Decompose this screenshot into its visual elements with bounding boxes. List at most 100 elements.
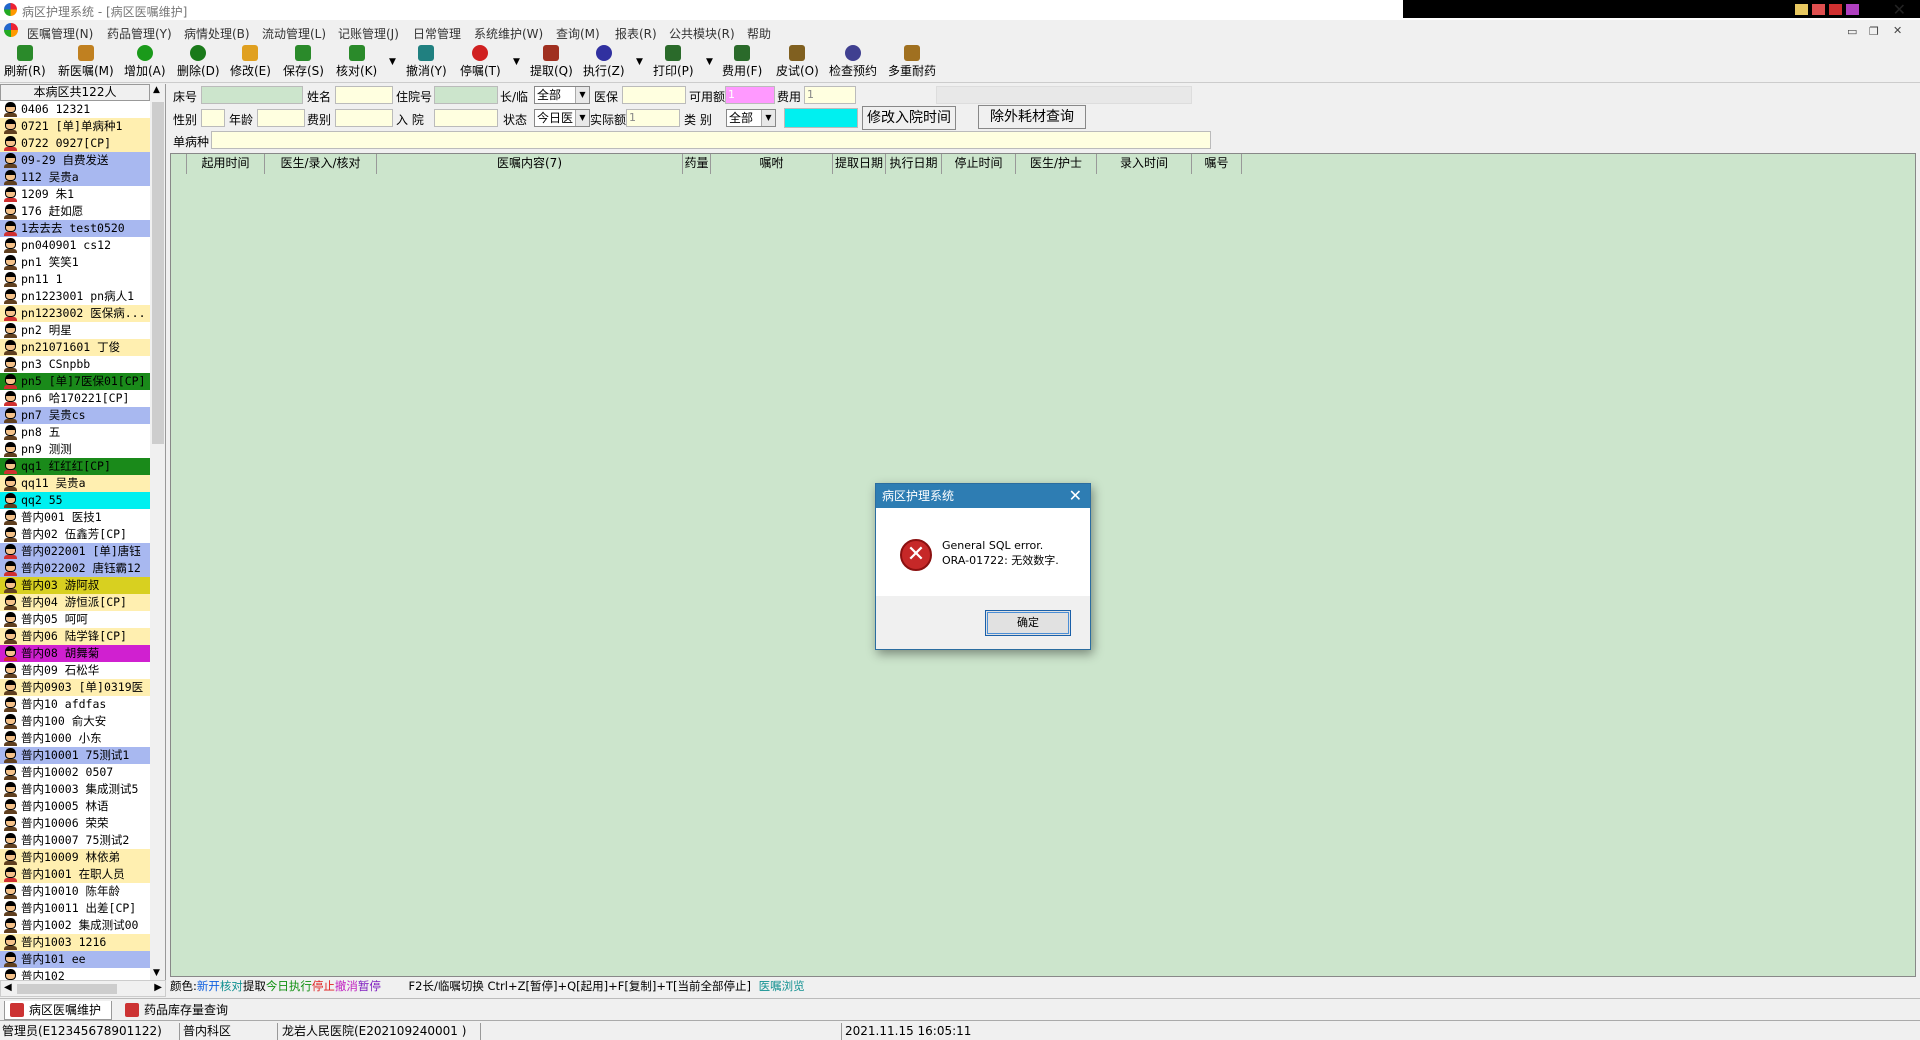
patient-row[interactable]: 0406 12321 xyxy=(0,101,150,118)
extract-button[interactable]: 提取(Q) xyxy=(530,45,573,79)
mdi-minimize-icon[interactable]: ▭ xyxy=(1847,25,1857,38)
patient-row[interactable]: qq11 吴贵a xyxy=(0,475,150,492)
patient-row[interactable]: 普内1000 小东 xyxy=(0,730,150,747)
patient-row[interactable]: pn040901 cs12 xyxy=(0,237,150,254)
patient-row[interactable]: 0721 [单]单病种1 xyxy=(0,118,150,135)
actual-field[interactable]: 1 xyxy=(626,109,680,127)
status-select[interactable]: 今日医 ▼ xyxy=(534,109,590,127)
patient-row[interactable]: 普内1003 1216 xyxy=(0,934,150,951)
stop-order-button[interactable]: 停嘱(T) xyxy=(460,45,501,79)
patient-row[interactable]: pn6 哈170221[CP] xyxy=(0,390,150,407)
add-button[interactable]: 增加(A) xyxy=(124,45,166,79)
patient-row[interactable]: 普内10 afdfas xyxy=(0,696,150,713)
patient-row[interactable]: 普内10002 0507 xyxy=(0,764,150,781)
disease-field[interactable] xyxy=(211,131,1211,149)
window-close-icon[interactable]: ✕ xyxy=(1893,0,1906,19)
patient-row[interactable]: 普内10010 陈年龄 xyxy=(0,883,150,900)
menu-flow[interactable]: 流动管理(L) xyxy=(262,25,326,42)
sex-field[interactable] xyxy=(201,109,225,127)
patient-row[interactable]: 1去去去 test0520 xyxy=(0,220,150,237)
patient-row[interactable]: 普内10003 集成测试5 xyxy=(0,781,150,798)
patient-row[interactable]: 普内101 ee xyxy=(0,951,150,968)
category-select[interactable]: 全部 ▼ xyxy=(726,109,776,127)
col-stop-time[interactable]: 停止时间 xyxy=(942,154,1016,174)
tab-order-maintenance[interactable]: 病区医嘱维护 xyxy=(4,1001,112,1020)
tab-drug-stock-query[interactable]: 药品库存量查询 xyxy=(120,1001,238,1020)
col-order-content[interactable]: 医嘱内容(7) xyxy=(377,154,683,174)
patient-row[interactable]: 普内0903 [单]0319医 xyxy=(0,679,150,696)
patient-row[interactable]: 普内022002 唐钰霸12 xyxy=(0,560,150,577)
mail-icon[interactable] xyxy=(1795,4,1808,15)
patient-row[interactable]: 普内10005 林语 xyxy=(0,798,150,815)
edit-button[interactable]: 修改(E) xyxy=(230,45,271,79)
stop-dropdown-icon[interactable]: ▼ xyxy=(513,57,520,67)
col-doctor-nurse[interactable]: 医生/护士 xyxy=(1016,154,1097,174)
menu-billing[interactable]: 记账管理(J) xyxy=(338,25,399,42)
patient-row[interactable]: 普内10006 荣荣 xyxy=(0,815,150,832)
col-instruction[interactable]: 嘱咐 xyxy=(711,154,833,174)
menu-public[interactable]: 公共模块(R) xyxy=(669,25,735,42)
name-field[interactable] xyxy=(335,86,393,104)
patient-row[interactable]: pn2 明星 xyxy=(0,322,150,339)
execute-dropdown-icon[interactable]: ▼ xyxy=(636,57,643,67)
ok-button[interactable]: 确定 xyxy=(985,610,1071,636)
mdi-app-icon[interactable] xyxy=(4,23,18,37)
insurance-field[interactable] xyxy=(622,86,686,104)
patient-row[interactable]: 普内1001 在职人员 xyxy=(0,866,150,883)
dialog-close-icon[interactable]: ✕ xyxy=(1069,484,1082,508)
patient-row[interactable]: 普内10007 75测试2 xyxy=(0,832,150,849)
browse-link[interactable]: 医嘱浏览 xyxy=(759,979,805,993)
menu-report[interactable]: 报表(R) xyxy=(615,25,657,42)
execute-button[interactable]: 执行(Z) xyxy=(583,45,625,79)
patient-row[interactable]: 1209 朱1 xyxy=(0,186,150,203)
patient-row[interactable]: 普内06 陆学锋[CP] xyxy=(0,628,150,645)
mdi-restore-icon[interactable]: ❐ xyxy=(1869,25,1879,38)
patient-row[interactable]: 普内022001 [单]唐钰 xyxy=(0,543,150,560)
available-field[interactable]: 1 xyxy=(725,86,775,104)
patient-row[interactable]: 普内02 伍鑫芳[CP] xyxy=(0,526,150,543)
patient-row[interactable]: 普内04 游恒派[CP] xyxy=(0,594,150,611)
menu-help[interactable]: 帮助 xyxy=(747,25,771,42)
refresh-button[interactable]: 刷新(R) xyxy=(4,45,46,79)
scroll-right-icon[interactable]: ▶ xyxy=(154,982,162,993)
menu-system[interactable]: 系统维护(W) xyxy=(474,25,543,42)
scroll-down-icon[interactable]: ▼ xyxy=(153,968,160,978)
menu-daily[interactable]: 日常管理 xyxy=(413,25,461,42)
patient-row[interactable]: qq2 55 xyxy=(0,492,150,509)
menu-drugs[interactable]: 药品管理(Y) xyxy=(107,25,172,42)
patient-row[interactable]: pn8 五 xyxy=(0,424,150,441)
patient-row[interactable]: 普内05 呵呵 xyxy=(0,611,150,628)
scroll-left-icon[interactable]: ◀ xyxy=(4,982,12,993)
check-button[interactable]: 核对(K) xyxy=(336,45,377,79)
patient-row[interactable]: pn5 [单]7医保01[CP] xyxy=(0,373,150,390)
delete-button[interactable]: 删除(D) xyxy=(177,45,220,79)
skin-test-button[interactable]: 皮试(O) xyxy=(776,45,819,79)
menu-condition[interactable]: 病情处理(B) xyxy=(184,25,250,42)
bed-field[interactable] xyxy=(201,86,303,104)
patient-row[interactable]: pn1 笑笑1 xyxy=(0,254,150,271)
patient-row[interactable]: pn1223002 医保病... xyxy=(0,305,150,322)
appointment-button[interactable]: 检查预约 xyxy=(829,45,877,79)
patient-row[interactable]: 普内001 医技1 xyxy=(0,509,150,526)
patient-list-scrollbar[interactable]: ▲ ▼ xyxy=(150,84,165,980)
col-entry-time[interactable]: 录入时间 xyxy=(1097,154,1192,174)
exclude-consumables-query-button[interactable]: 除外耗材查询 xyxy=(978,105,1086,129)
patient-row[interactable]: 普内1002 集成测试00 xyxy=(0,917,150,934)
patient-row[interactable]: 普内10001 75测试1 xyxy=(0,747,150,764)
patient-row[interactable]: 普内10009 林依弟 xyxy=(0,849,150,866)
hscrollbar-thumb[interactable] xyxy=(17,984,117,994)
patient-row[interactable]: 112 吴贵a xyxy=(0,169,150,186)
patient-row[interactable]: 普内10011 出差[CP] xyxy=(0,900,150,917)
patient-row[interactable]: 普内03 游阿叔 xyxy=(0,577,150,594)
modify-admit-time-button[interactable]: 修改入院时间 xyxy=(862,106,956,130)
tray-app-icon[interactable] xyxy=(1812,4,1825,15)
menu-orders[interactable]: 医嘱管理(N) xyxy=(27,25,93,42)
patient-row[interactable]: 0722 0927[CP] xyxy=(0,135,150,152)
patient-row[interactable]: pn9 测测 xyxy=(0,441,150,458)
patient-row[interactable]: 176 赶如愿 xyxy=(0,203,150,220)
col-dose[interactable]: 药量 xyxy=(683,154,711,174)
age-field[interactable] xyxy=(257,109,305,127)
patient-row[interactable]: 普内102 xyxy=(0,968,150,980)
menu-query[interactable]: 查询(M) xyxy=(556,25,600,42)
scrollbar-thumb[interactable] xyxy=(152,102,164,444)
